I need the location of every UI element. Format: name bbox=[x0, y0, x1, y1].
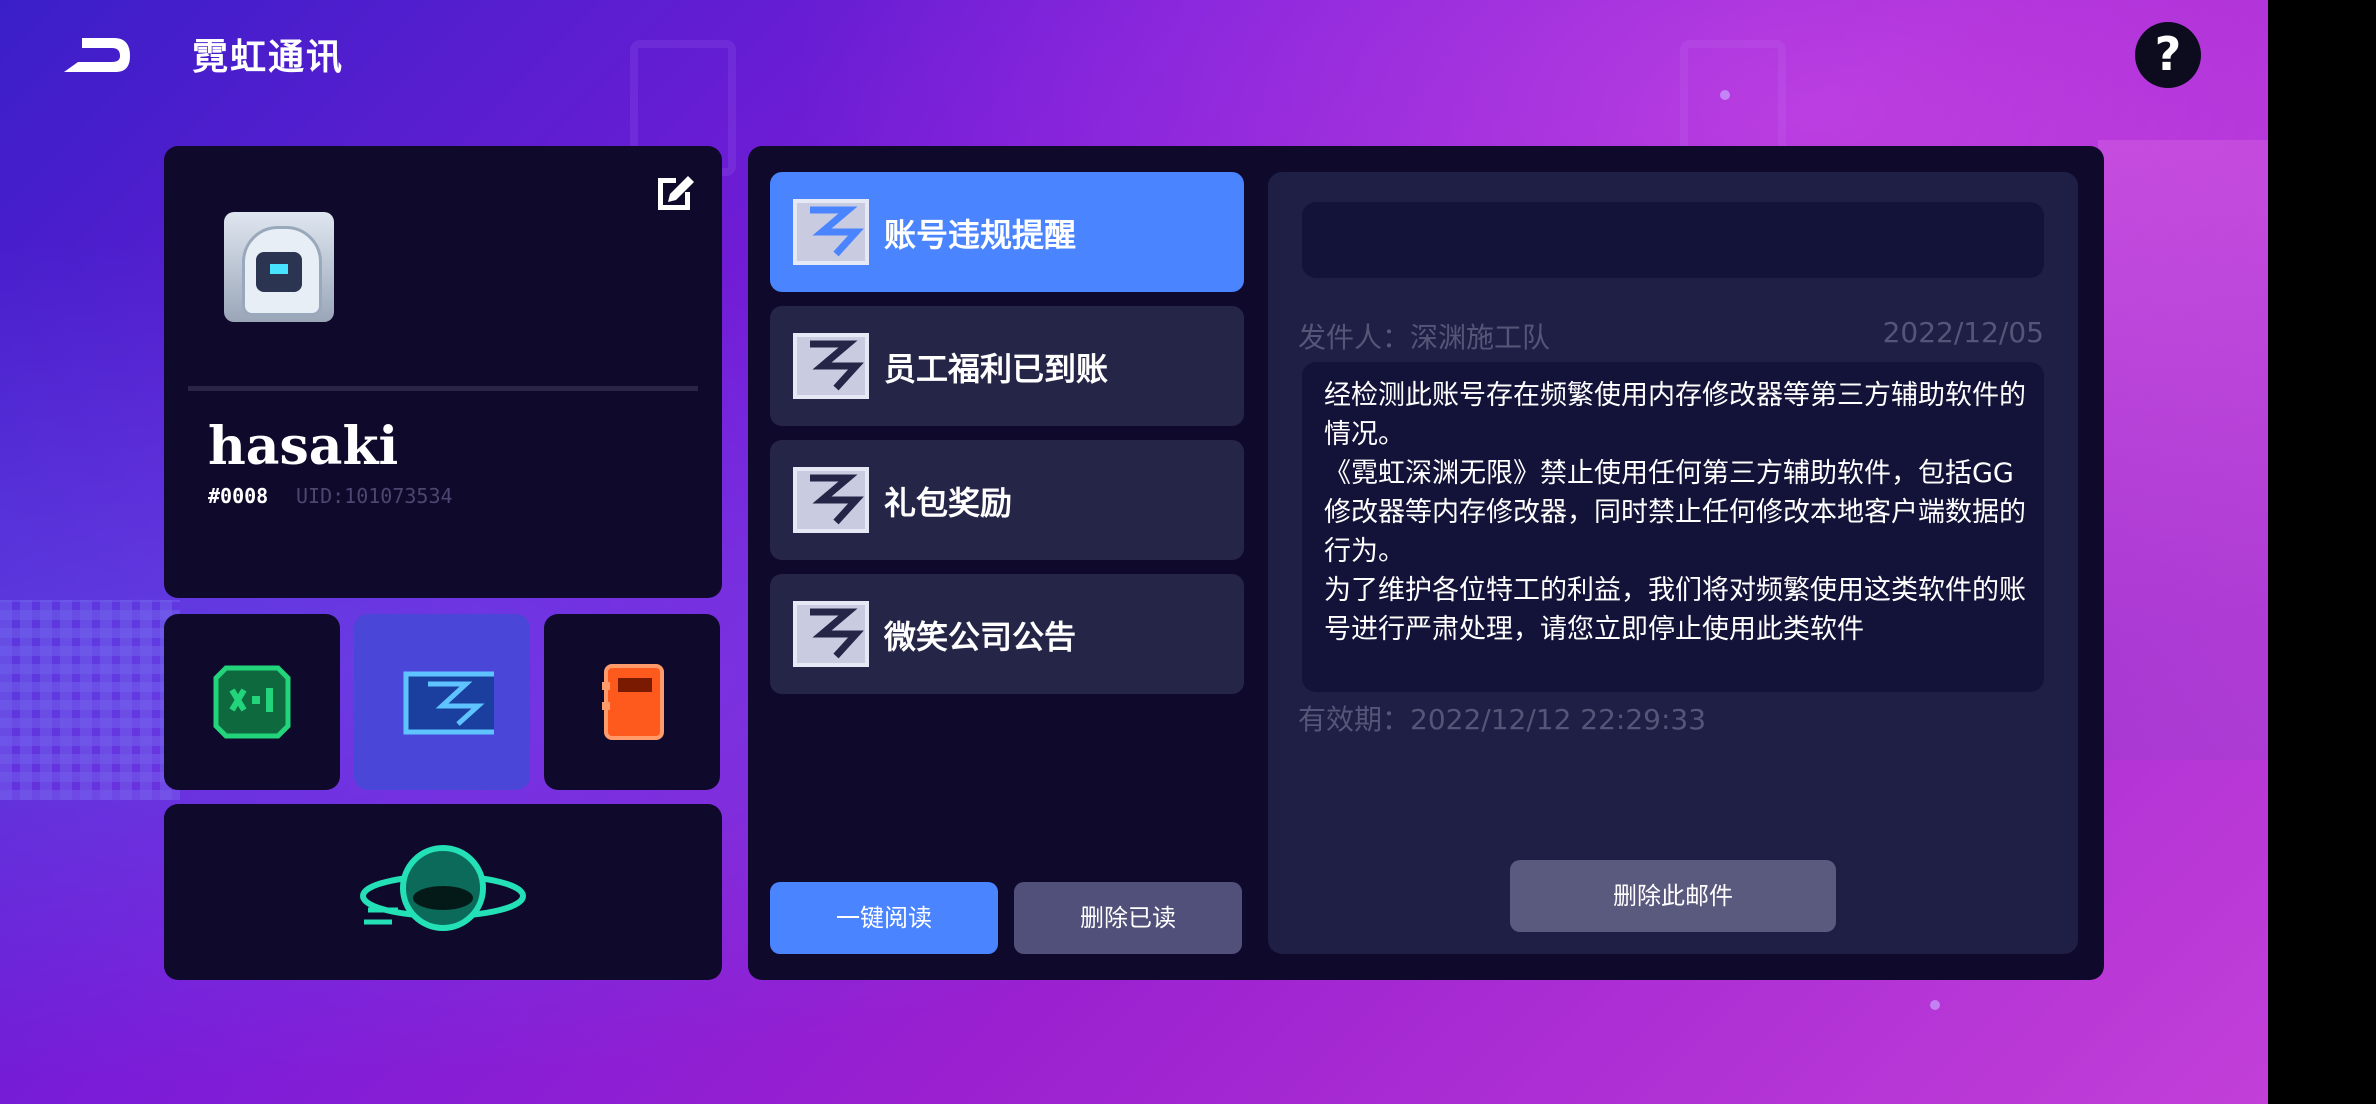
friends-tile[interactable] bbox=[164, 614, 340, 790]
mail-item-label: 礼包奖励 bbox=[884, 484, 1013, 522]
planet-icon bbox=[360, 845, 526, 931]
mail-list-item[interactable]: 账号违规提醒 bbox=[770, 172, 1244, 292]
mail-sender: 发件人：深渊施工队 bbox=[1298, 321, 1551, 354]
avatar-visor bbox=[270, 264, 288, 274]
envelope-icon bbox=[793, 199, 869, 265]
mail-detail: 发件人：深渊施工队 2022/12/05 经检测此账号存在频繁使用内存修改器等第… bbox=[1268, 172, 2078, 954]
delete-read-button[interactable]: 删除已读 bbox=[1014, 882, 1242, 954]
user-uid: UID:101073534 bbox=[296, 484, 453, 508]
mail-item-label: 员工福利已到账 bbox=[884, 350, 1109, 388]
mail-panel: 账号违规提醒 员工福利已到账 礼包奖励 微笑公司公告 一键阅读 删除已读 发件人… bbox=[748, 146, 2104, 980]
envelope-icon bbox=[793, 467, 869, 533]
notes-tile[interactable] bbox=[544, 614, 720, 790]
divider bbox=[188, 386, 698, 391]
page-title: 霓虹通讯 bbox=[192, 37, 345, 78]
notes-icon bbox=[602, 664, 664, 740]
read-all-button[interactable]: 一键阅读 bbox=[770, 882, 998, 954]
envelope-icon bbox=[793, 601, 869, 667]
background-decoration bbox=[1720, 90, 1730, 100]
mail-item-label: 账号违规提醒 bbox=[884, 216, 1077, 254]
mail-item-label: 微笑公司公告 bbox=[884, 618, 1077, 656]
mail-body-text: 经检测此账号存在频繁使用内存修改器等第三方辅助软件的情况。 《霓虹深渊无限》禁止… bbox=[1324, 380, 2026, 645]
mail-subject-bar bbox=[1302, 202, 2044, 278]
mail-icon bbox=[403, 671, 494, 735]
mail-tile[interactable] bbox=[354, 614, 530, 790]
background-decoration bbox=[2098, 140, 2268, 760]
mail-expiry: 有效期：2022/12/12 22:29:33 bbox=[1298, 703, 1707, 736]
mail-list-item[interactable]: 员工福利已到账 bbox=[770, 306, 1244, 426]
back-button[interactable] bbox=[60, 30, 136, 82]
username: hasaki bbox=[208, 416, 399, 477]
edit-profile-button[interactable] bbox=[654, 170, 698, 214]
profile-card: hasaki #0008 UID:101073534 bbox=[164, 146, 722, 598]
background-decoration bbox=[0, 600, 180, 800]
help-button[interactable]: ? bbox=[2135, 22, 2201, 88]
envelope-icon bbox=[793, 333, 869, 399]
edit-icon bbox=[658, 176, 694, 210]
user-tag: #0008 bbox=[208, 484, 269, 508]
delete-mail-button[interactable]: 删除此邮件 bbox=[1510, 860, 1836, 932]
background-decoration bbox=[1930, 1000, 1940, 1010]
help-icon: ? bbox=[2154, 27, 2182, 81]
mail-body[interactable]: 经检测此账号存在频繁使用内存修改器等第三方辅助软件的情况。 《霓虹深渊无限》禁止… bbox=[1302, 362, 2044, 692]
back-icon bbox=[64, 38, 130, 72]
mail-list-item[interactable]: 微笑公司公告 bbox=[770, 574, 1244, 694]
mail-date: 2022/12/05 bbox=[1882, 316, 2044, 349]
planet-tile[interactable] bbox=[164, 804, 722, 980]
friends-icon bbox=[213, 665, 291, 739]
game-background: 霓虹通讯 ? hasaki #0008 UID:101073534 账号违规提醒… bbox=[0, 0, 2268, 1104]
avatar[interactable] bbox=[224, 212, 334, 322]
mail-list-item[interactable]: 礼包奖励 bbox=[770, 440, 1244, 560]
